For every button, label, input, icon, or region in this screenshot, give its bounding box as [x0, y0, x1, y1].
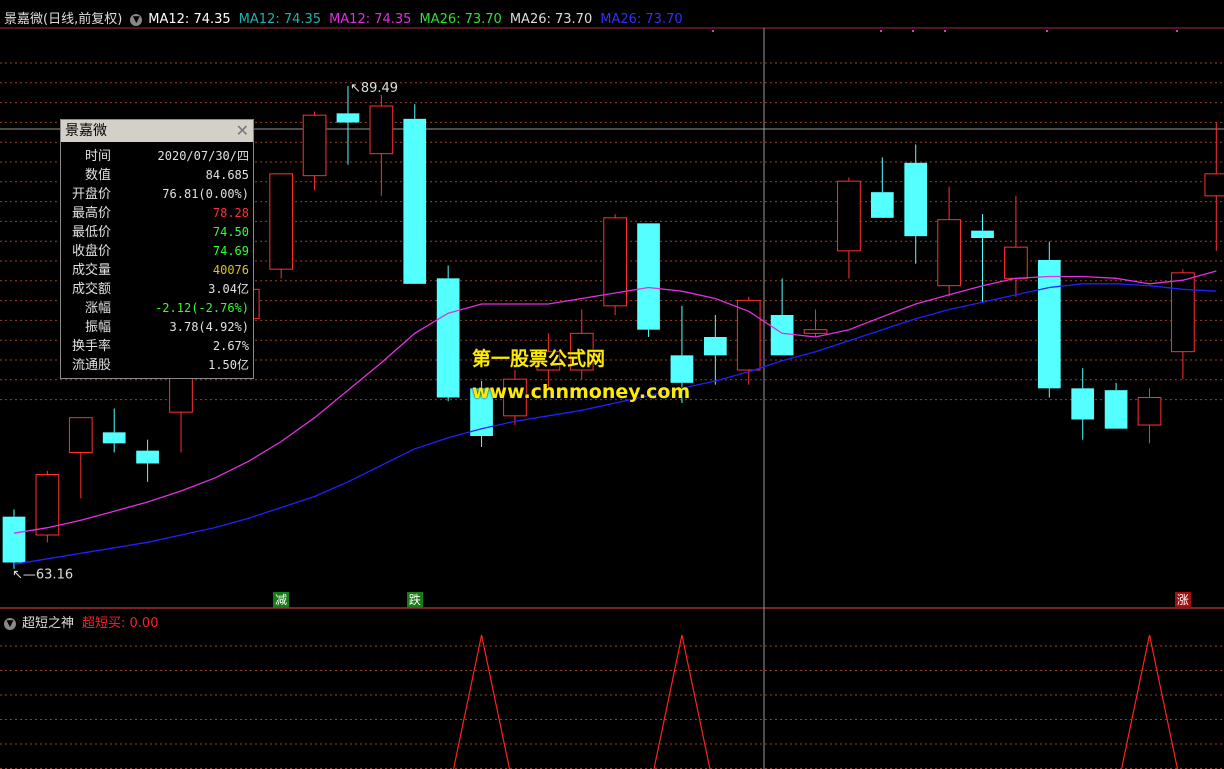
top-marker-dot	[712, 30, 714, 32]
candle-body	[670, 355, 694, 383]
candle-body	[1004, 246, 1028, 279]
info-panel-title-text: 景嘉微	[65, 123, 107, 139]
info-row-value: 78.28	[212, 206, 249, 220]
top-marker-dot	[1046, 30, 1048, 32]
info-row-value: 1.50亿	[208, 358, 249, 372]
candle-body	[971, 230, 994, 238]
top-marker-dot	[912, 30, 914, 32]
info-row: 成交量 40076	[61, 261, 253, 280]
info-row: 最高价 78.28	[61, 204, 253, 223]
indicator-spike	[1120, 634, 1179, 769]
info-row-value: 40076	[212, 263, 249, 277]
top-marker-dot	[1176, 30, 1178, 32]
indicator-spike	[452, 634, 511, 769]
low-price-label: ↖—63.16	[12, 568, 73, 583]
info-row: 换手率 2.67%	[61, 337, 253, 356]
ma26-white-label: MA26: 73.70	[509, 12, 593, 27]
info-row-value: 74.50	[212, 225, 249, 239]
info-row-value: 3.78(4.92%)	[169, 320, 249, 334]
ma12-white-label: MA12: 74.35	[148, 12, 231, 27]
signal-marker: 涨	[1174, 592, 1191, 608]
indicator-name: 超短之神	[22, 616, 75, 631]
watermark-line2: www.chnmoney.com	[472, 381, 691, 403]
indicator-signal-label: 超短买: 0.00	[82, 616, 159, 631]
info-row-label: 最高价	[71, 206, 111, 221]
info-row-value: 3.04亿	[208, 282, 249, 296]
candle-body	[1104, 390, 1128, 429]
candle-body	[369, 105, 394, 155]
indicator-spike	[653, 634, 711, 769]
ma12-magenta-label: MA12: 74.35	[329, 12, 412, 27]
stock-title: 景嘉微(日线,前复权)	[4, 12, 123, 27]
info-row: 数值 84.685	[61, 166, 253, 185]
chevron-down-icon[interactable]: ▼	[4, 618, 16, 630]
candle-body	[68, 417, 93, 453]
chevron-down-icon[interactable]: ▼	[130, 14, 143, 26]
candle-body	[870, 192, 894, 218]
high-price-label: ↖89.49	[350, 81, 398, 96]
candle-body	[1204, 173, 1224, 197]
candle-body	[1037, 260, 1061, 389]
info-row: 振幅 3.78(4.92%)	[61, 318, 253, 337]
ma12-teal-label: MA12: 74.35	[238, 12, 322, 27]
info-row-label: 流通股	[71, 358, 111, 373]
info-panel[interactable]: 景嘉微 ✕ 时间 2020/07/30/四数值 84.685 开盘价 76.81(0.0…	[60, 119, 254, 379]
info-row-label: 收盘价	[71, 244, 111, 259]
info-row: 收盘价 74.69	[61, 242, 253, 261]
candle-body	[937, 219, 961, 287]
candle-body	[637, 223, 660, 330]
candle-body	[1171, 272, 1195, 353]
candle-body	[436, 278, 460, 398]
top-marker-dot	[944, 30, 946, 32]
info-row-value: 74.69	[212, 244, 249, 258]
candle-body	[102, 432, 126, 444]
info-row-label: 时间	[84, 149, 111, 164]
signal-marker: 减	[273, 592, 290, 608]
info-row-label: 开盘价	[71, 187, 111, 202]
info-row-value: 2.67%	[212, 339, 249, 353]
info-panel-title: 景嘉微 ✕	[61, 120, 253, 142]
candle-body	[837, 180, 861, 252]
info-row-label: 振幅	[84, 320, 111, 335]
candle-body	[803, 329, 828, 334]
close-icon[interactable]: ✕	[236, 120, 249, 142]
info-row-label: 数值	[84, 168, 111, 183]
chart-header: 景嘉微(日线,前复权) ▼ MA12: 74.35 MA12: 74.35 MA12: …	[4, 8, 691, 27]
candle-body	[136, 450, 159, 464]
candle-body	[904, 162, 928, 237]
candle-body	[2, 516, 26, 563]
info-row: 时间 2020/07/30/四	[61, 147, 253, 166]
info-panel-rows: 时间 2020/07/30/四数值 84.685 开盘价 76.81(0.00%) 最高价…	[61, 142, 253, 375]
info-row-value: 2020/07/30/四	[157, 149, 249, 163]
indicator-header: ▼ 超短之神 超短买: 0.00	[4, 612, 158, 631]
watermark-line1: 第一股票公式网	[472, 348, 606, 370]
candle-body	[1137, 397, 1162, 426]
info-row: 开盘价 76.81(0.00%)	[61, 185, 253, 204]
info-row-value: -2.12(-2.76%)	[155, 301, 249, 315]
candle-body	[403, 118, 427, 284]
info-row-value: 84.685	[205, 168, 249, 182]
candle-body	[1071, 388, 1095, 420]
candle-body	[703, 337, 727, 356]
info-row-label: 最低价	[71, 225, 111, 240]
info-row-label: 成交量	[71, 263, 111, 278]
info-row-label: 涨幅	[84, 301, 111, 316]
signal-marker: 跌	[406, 592, 423, 608]
info-row-label: 成交额	[71, 282, 111, 297]
info-row: 最低价 74.50	[61, 223, 253, 242]
ma26-blue-label: MA26: 73.70	[600, 12, 683, 27]
top-marker-dot	[880, 30, 882, 32]
candle-body	[269, 173, 294, 270]
info-row: 涨幅 -2.12(-2.76%)	[61, 299, 253, 318]
info-row: 流通股 1.50亿	[61, 356, 253, 375]
info-row: 成交额 3.04亿	[61, 280, 253, 299]
info-row-value: 76.81(0.00%)	[162, 187, 249, 201]
candle-body	[302, 114, 327, 177]
info-row-label: 换手率	[71, 339, 111, 354]
candle-body	[770, 315, 794, 356]
ma26-green-label: MA26: 73.70	[419, 12, 502, 27]
candle-body	[336, 113, 360, 123]
